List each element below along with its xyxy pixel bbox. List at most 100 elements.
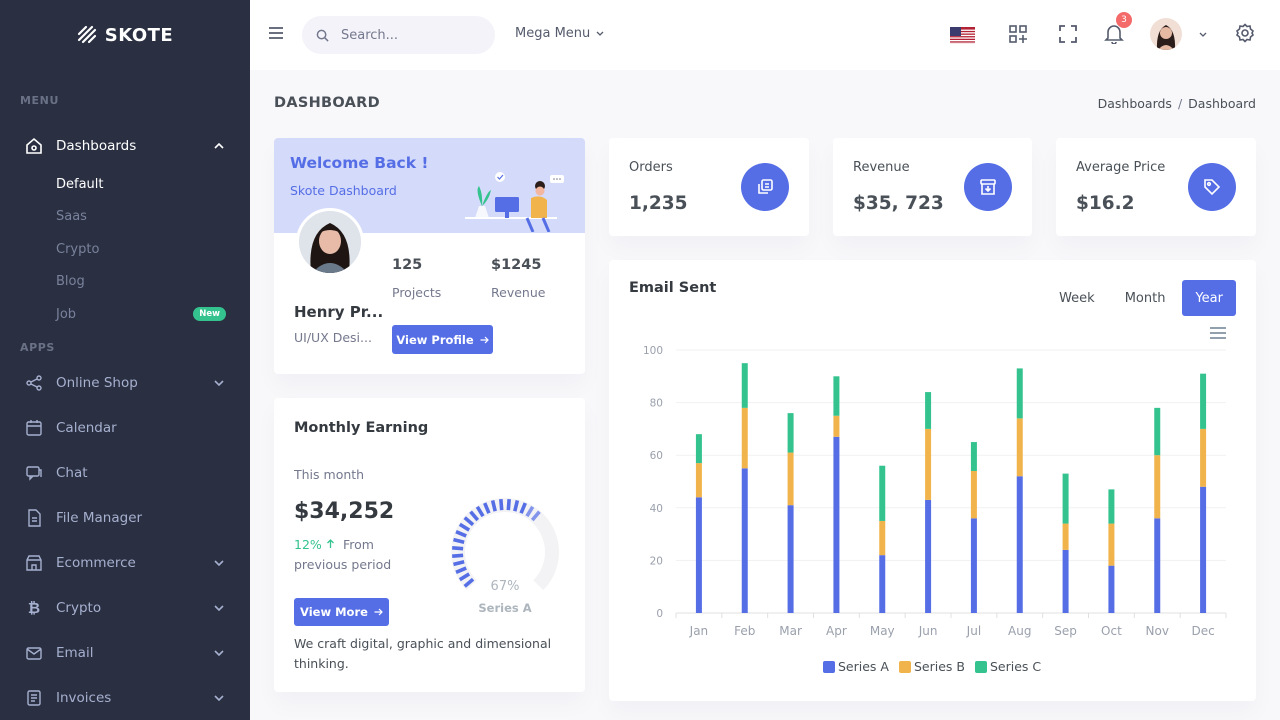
earning-subtitle: This month <box>294 467 365 482</box>
sidebar-item-chat[interactable]: Chat <box>0 451 250 496</box>
search-icon <box>316 29 329 42</box>
bar-segment <box>1200 486 1207 613</box>
sidebar-subitem-default[interactable]: Default <box>0 168 250 201</box>
apps-grid-icon[interactable] <box>1008 24 1028 44</box>
mega-menu-dropdown[interactable]: Mega Menu <box>515 26 604 41</box>
user-avatar[interactable] <box>1150 18 1182 50</box>
earning-from: From <box>343 537 374 552</box>
menu-toggle-icon[interactable] <box>268 26 284 40</box>
calendar-icon <box>24 418 44 438</box>
sidebar-item-email[interactable]: Email <box>0 631 250 676</box>
stat-value: 1,235 <box>629 193 688 214</box>
logo[interactable]: SKOTE <box>0 0 250 70</box>
sidebar-item-online-shop[interactable]: Online Shop <box>0 361 250 406</box>
legend-swatch <box>898 660 911 673</box>
logo-icon <box>77 25 96 44</box>
legend-label: Series C <box>989 659 1042 674</box>
earning-value: $34,252 <box>294 499 395 524</box>
sidebar-item-invoices[interactable]: Invoices <box>0 676 250 720</box>
fullscreen-icon[interactable] <box>1058 24 1078 44</box>
bar-segment <box>741 468 748 613</box>
tab-week[interactable]: Week <box>1046 280 1108 316</box>
tag-icon <box>1188 163 1236 211</box>
breadcrumb-item-dashboard: Dashboard <box>1188 96 1256 111</box>
x-tick-label: Sep <box>1054 624 1077 638</box>
gauge-value: 67% <box>491 579 520 594</box>
view-more-button[interactable]: View More <box>294 598 389 626</box>
gauge-tick <box>499 499 504 511</box>
earning-title: Monthly Earning <box>294 420 429 436</box>
logo-text: SKOTE <box>104 24 174 46</box>
store-icon <box>24 553 44 573</box>
email-sent-card: 0 20 40 60 80 100 Jan Feb Mar Apr May Jun Jul Aug Sep O… <box>609 260 1256 701</box>
settings-gear-icon[interactable] <box>1235 23 1255 43</box>
bar-segment <box>833 415 840 437</box>
sidebar-subitem-crypto[interactable]: Crypto <box>0 233 250 266</box>
legend-item-series-a[interactable]: Series A <box>823 659 889 674</box>
view-profile-label: View Profile <box>396 332 474 347</box>
bar-segment <box>695 497 702 613</box>
breadcrumb-item-dashboards[interactable]: Dashboards <box>1098 96 1172 111</box>
archive-icon <box>964 163 1012 211</box>
chat-icon <box>24 463 44 483</box>
arrow-right-icon <box>374 608 383 616</box>
bar-segment <box>970 518 977 613</box>
view-profile-button[interactable]: View Profile <box>392 325 493 354</box>
office-illustration <box>465 172 564 232</box>
sidebar-item-calendar[interactable]: Calendar <box>0 406 250 451</box>
bar-segment <box>833 436 840 613</box>
bar-segment <box>879 520 886 556</box>
bar-segment <box>925 428 932 500</box>
bar-segment <box>695 434 702 464</box>
stat-card-average-price: Average Price $16.2 <box>1056 138 1256 236</box>
x-tick-label: May <box>870 624 895 638</box>
email-sent-chart: 0 20 40 60 80 100 Jan Feb Mar Apr May Jun Jul Aug Sep O… <box>643 345 1227 638</box>
stat-card-revenue: Revenue $35, 723 <box>833 138 1032 236</box>
tab-year[interactable]: Year <box>1182 280 1236 316</box>
sidebar-item-label: Invoices <box>56 690 112 706</box>
sidebar-item-file-manager[interactable]: File Manager <box>0 496 250 541</box>
revenue-value: $1245 <box>491 257 542 273</box>
profile-name: Henry Pr... <box>294 303 384 321</box>
gauge-tick <box>506 499 511 511</box>
receipt-icon <box>24 688 44 708</box>
chevron-down-icon <box>214 380 224 386</box>
bar-segment <box>879 555 886 613</box>
bar-segment <box>1108 523 1115 566</box>
apps-section-title: APPS <box>20 340 55 354</box>
y-tick-label: 40 <box>650 503 663 515</box>
gauge-tick <box>490 500 497 512</box>
stat-label: Revenue <box>853 160 910 175</box>
x-tick-label: Oct <box>1101 624 1122 638</box>
bar-segment <box>1016 476 1023 613</box>
breadcrumb: Dashboards / Dashboard <box>1097 96 1256 111</box>
legend-label: Series B <box>913 659 965 674</box>
arrow-right-icon <box>480 336 489 343</box>
stat-value: $35, 723 <box>853 193 944 214</box>
period-tabs: Week Month Year <box>1046 280 1236 316</box>
sidebar-item-crypto[interactable]: ₿ Crypto <box>0 586 250 631</box>
chevron-down-icon[interactable] <box>1199 32 1207 37</box>
profile-avatar[interactable] <box>296 208 364 276</box>
welcome-title: Welcome Back ! <box>290 154 429 172</box>
us-flag-icon[interactable] <box>950 27 975 44</box>
sidebar-subitem-saas[interactable]: Saas <box>0 201 250 234</box>
sidebar-subitem-job[interactable]: Job New <box>0 298 250 331</box>
y-tick-label: 60 <box>650 450 663 462</box>
search-input[interactable] <box>341 27 481 43</box>
welcome-subtitle: Skote Dashboard <box>290 183 397 198</box>
chevron-down-icon <box>214 650 224 656</box>
legend-item-series-b[interactable]: Series B <box>898 659 965 674</box>
tab-month[interactable]: Month <box>1112 280 1179 316</box>
sidebar-item-ecommerce[interactable]: Ecommerce <box>0 541 250 586</box>
chart-menu-icon[interactable] <box>1210 327 1226 339</box>
copy-icon <box>741 163 789 211</box>
legend-item-series-c[interactable]: Series C <box>974 659 1042 674</box>
sidebar-subitem-blog[interactable]: Blog <box>0 266 250 299</box>
page-title: DASHBOARD <box>274 95 380 111</box>
bar-segment <box>879 465 886 521</box>
sidebar-item-dashboards[interactable]: Dashboards <box>0 123 250 168</box>
bar-segment <box>925 499 932 613</box>
search-box <box>302 16 495 54</box>
bitcoin-icon: ₿ <box>27 599 41 617</box>
